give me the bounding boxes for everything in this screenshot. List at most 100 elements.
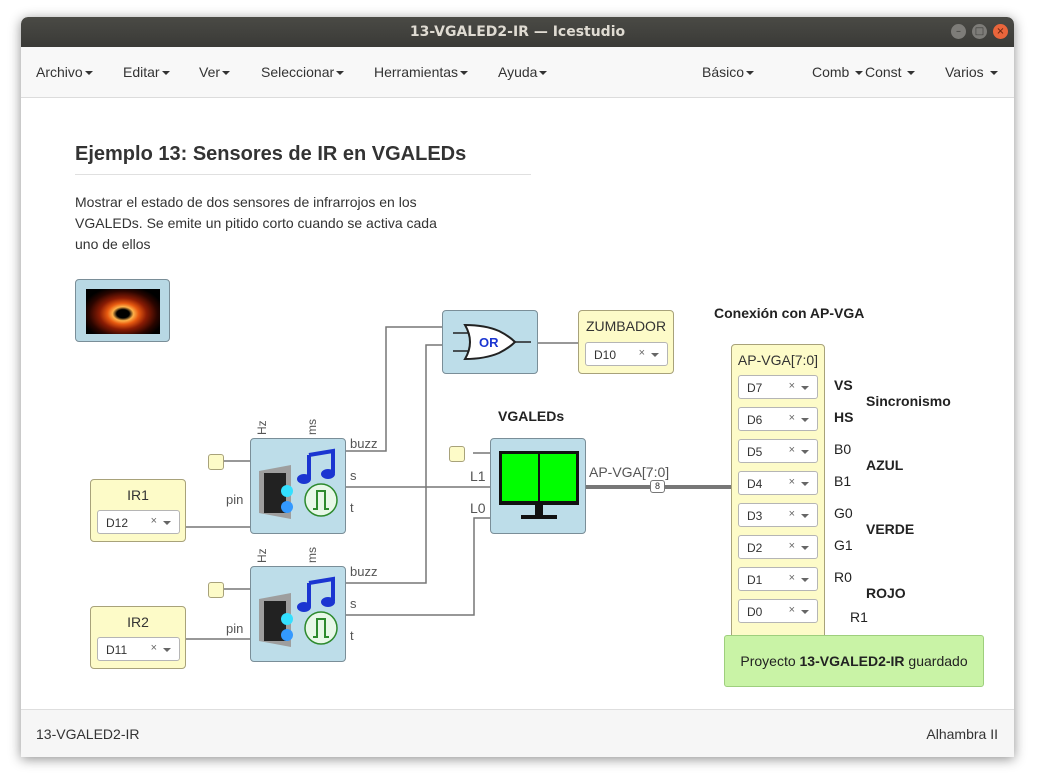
menu-comb[interactable]: Comb <box>812 64 864 80</box>
sensor1-const-input[interactable] <box>208 454 224 470</box>
chevron-down-icon <box>460 71 469 76</box>
chevron-down-icon <box>163 521 171 525</box>
ir2-pin-select[interactable]: D11 × <box>97 637 180 661</box>
close-button[interactable]: × <box>993 24 1008 39</box>
ap-vga-pin-select-d7[interactable]: D7 × <box>738 375 818 399</box>
clear-icon[interactable]: × <box>789 540 795 552</box>
signal-label: HS <box>834 409 854 425</box>
title-bar: 13-VGALED2-IR — Icestudio – □ × <box>21 17 1014 47</box>
chevron-down-icon <box>907 71 916 76</box>
maximize-button[interactable]: □ <box>972 24 987 39</box>
ap-vga-pin-select-d4[interactable]: D4 × <box>738 471 818 495</box>
ir-sensor-icon <box>259 576 338 647</box>
sensor2-block[interactable] <box>250 566 346 662</box>
menu-bar: Archivo Editar Ver Seleccionar Herramien… <box>21 47 1014 98</box>
clear-icon[interactable]: × <box>151 642 157 654</box>
ap-vga-pin-select-d1[interactable]: D1 × <box>738 567 818 591</box>
sensor2-const-input[interactable] <box>208 582 224 598</box>
menu-herramientas[interactable]: Herramientas <box>374 64 469 80</box>
clear-icon[interactable]: × <box>789 572 795 584</box>
clear-icon[interactable]: × <box>789 444 795 456</box>
design-canvas[interactable]: Ejemplo 13: Sensores de IR en VGALEDs Mo… <box>21 98 1014 709</box>
clear-icon[interactable]: × <box>639 347 645 359</box>
ap-vga-pin-select-d6[interactable]: D6 × <box>738 407 818 431</box>
clear-icon[interactable]: × <box>789 380 795 392</box>
ms-label: ms <box>305 419 319 435</box>
chevron-down-icon <box>801 450 809 454</box>
chevron-down-icon <box>801 386 809 390</box>
t-label: t <box>350 628 354 643</box>
vgaleds-block[interactable] <box>490 438 586 534</box>
ir1-input-block[interactable]: IR1 D12 × <box>90 479 186 542</box>
zumbador-output-block[interactable]: ZUMBADOR D10 × <box>578 310 674 374</box>
ap-vga-title: AP-VGA[7:0] <box>737 352 819 368</box>
signal-label: B1 <box>834 473 852 489</box>
ir2-input-block[interactable]: IR2 D11 × <box>90 606 186 669</box>
chevron-down-icon <box>801 482 809 486</box>
ir1-title: IR1 <box>127 487 149 503</box>
vgaleds-const-input[interactable] <box>449 446 465 462</box>
chevron-down-icon <box>801 514 809 518</box>
clear-icon[interactable]: × <box>789 476 795 488</box>
chevron-down-icon <box>801 578 809 582</box>
l1-label: L1 <box>470 468 486 484</box>
ap-vga-output-block[interactable]: AP-VGA[7:0] D7 × D6 × D5 × D4 × D3 × D2 × D1 × … <box>731 344 825 646</box>
footer-project-name: 13-VGALED2-IR <box>36 726 140 742</box>
or-label: OR <box>479 335 499 350</box>
or-gate-icon: OR <box>453 323 531 361</box>
menu-const[interactable]: Const <box>865 64 916 80</box>
menu-archivo[interactable]: Archivo <box>36 64 93 80</box>
ap-vga-pin-select-d0[interactable]: D0 × <box>738 599 818 623</box>
group-label-sincronismo: Sincronismo <box>866 393 951 409</box>
zumbador-pin-select[interactable]: D10 × <box>585 342 668 366</box>
sensor1-block[interactable] <box>250 438 346 534</box>
footer-bar: 13-VGALED2-IR Alhambra II <box>21 709 1014 757</box>
signal-label: G0 <box>834 505 853 521</box>
group-label-verde: VERDE <box>866 521 915 537</box>
chevron-down-icon <box>336 71 345 76</box>
status-toast: Proyecto 13-VGALED2-IR guardado <box>724 635 984 687</box>
menu-varios[interactable]: Varios <box>945 64 998 80</box>
chevron-down-icon <box>539 71 548 76</box>
ap-vga-pin-select-d3[interactable]: D3 × <box>738 503 818 527</box>
ms-label: ms <box>305 547 319 563</box>
chevron-down-icon <box>801 418 809 422</box>
chevron-down-icon <box>84 71 93 76</box>
group-label-azul: AZUL <box>866 457 904 473</box>
clear-icon[interactable]: × <box>789 508 795 520</box>
ir1-pin-select[interactable]: D12 × <box>97 510 180 534</box>
or-gate-block[interactable]: OR <box>442 310 538 374</box>
footer-board-name[interactable]: Alhambra II <box>926 726 998 742</box>
l0-label: L0 <box>470 500 486 516</box>
clear-icon[interactable]: × <box>789 604 795 616</box>
menu-ayuda[interactable]: Ayuda <box>498 64 548 80</box>
bus-width-badge: 8 <box>650 480 665 493</box>
clear-icon[interactable]: × <box>789 412 795 424</box>
ap-vga-section-title: Conexión con AP-VGA <box>714 305 865 321</box>
menu-seleccionar[interactable]: Seleccionar <box>261 64 345 80</box>
chevron-down-icon <box>801 610 809 614</box>
s-label: s <box>350 596 357 611</box>
ir2-title: IR2 <box>127 614 149 630</box>
pin-label: pin <box>226 621 244 636</box>
t-label: t <box>350 500 354 515</box>
monitor-icon <box>499 451 579 519</box>
minimize-button[interactable]: – <box>951 24 966 39</box>
s-label: s <box>350 468 357 483</box>
buzz-label: buzz <box>350 564 378 579</box>
zumbador-title: ZUMBADOR <box>585 318 667 334</box>
menu-editar[interactable]: Editar <box>123 64 170 80</box>
signal-label: B0 <box>834 441 852 457</box>
chevron-down-icon <box>651 353 659 357</box>
pin-label: pin <box>226 492 244 507</box>
ap-vga-pin-select-d5[interactable]: D5 × <box>738 439 818 463</box>
hz-label: Hz <box>255 420 269 435</box>
menu-basico[interactable]: Básico <box>702 64 755 80</box>
signal-label: G1 <box>834 537 853 553</box>
menu-ver[interactable]: Ver <box>199 64 231 80</box>
ap-vga-pin-select-d2[interactable]: D2 × <box>738 535 818 559</box>
window-title: 13-VGALED2-IR — Icestudio <box>409 24 626 40</box>
chevron-down-icon <box>222 71 231 76</box>
vgaleds-title: VGALEDs <box>498 408 565 424</box>
clear-icon[interactable]: × <box>151 515 157 527</box>
